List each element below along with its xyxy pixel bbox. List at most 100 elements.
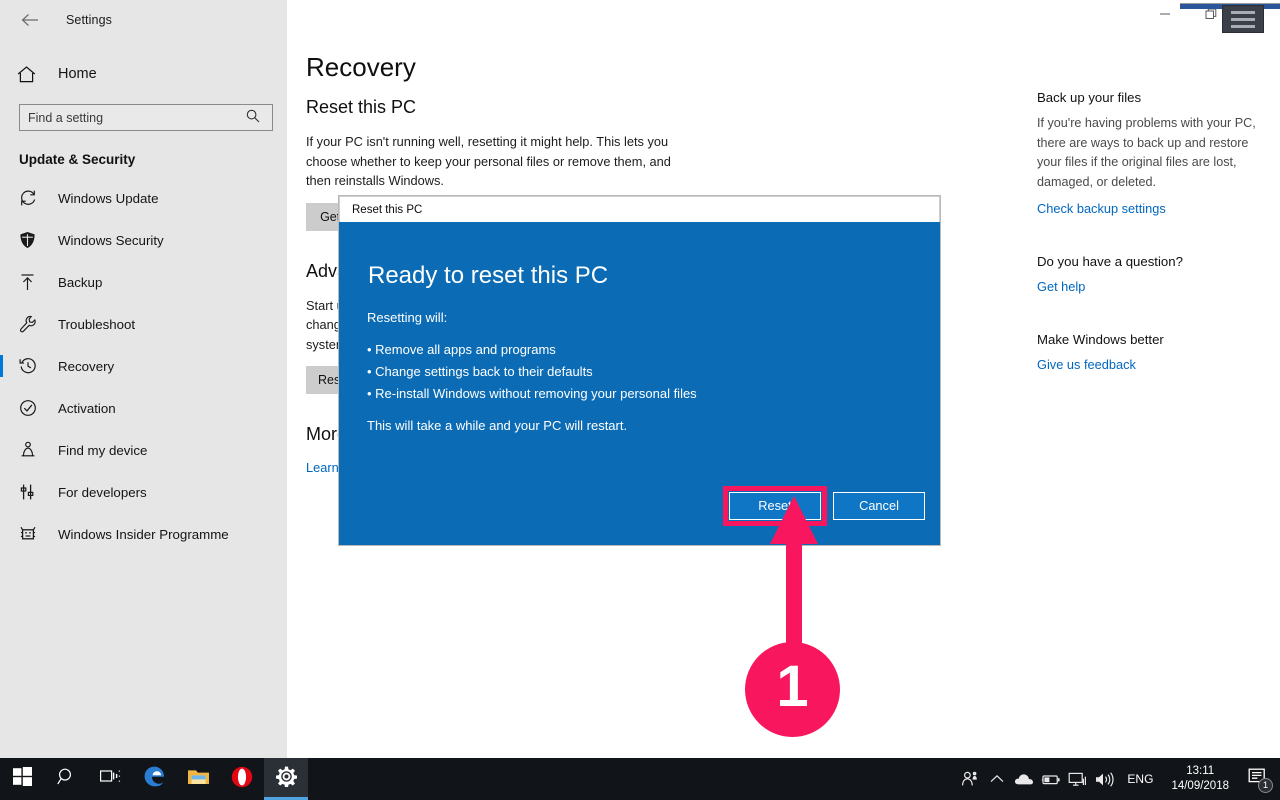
page-title: Recovery xyxy=(306,52,416,82)
section-heading: Reset this PC xyxy=(306,97,417,117)
rail-heading: Do you have a question? xyxy=(1037,254,1183,269)
window-titlebar: Settings xyxy=(0,0,287,40)
hamburger-line xyxy=(1231,17,1255,21)
sidebar-item-windows-insider-programme[interactable]: Windows Insider Programme xyxy=(0,513,287,555)
search-input[interactable] xyxy=(19,104,273,131)
dialog-bullet: • Re-install Windows without removing yo… xyxy=(367,386,697,401)
monitor-network-icon[interactable] xyxy=(1064,758,1091,800)
notification-count-badge: 1 xyxy=(1258,778,1273,793)
sidebar-item-label: For developers xyxy=(58,484,147,500)
shield-icon xyxy=(19,231,41,249)
give-us-feedback-link[interactable]: Give us feedback xyxy=(1037,357,1136,372)
taskbar-search-button[interactable] xyxy=(44,758,88,800)
dialog-bullet: • Remove all apps and programs xyxy=(367,342,556,357)
sidebar-item-windows-update[interactable]: Windows Update xyxy=(0,177,287,219)
dialog-titlebar: Reset this PC xyxy=(339,196,940,222)
dialog-bullet: • Change settings back to their defaults xyxy=(367,364,593,379)
sidebar-item-backup[interactable]: Backup xyxy=(0,261,287,303)
right-rail: Back up your files If you're having prob… xyxy=(1037,90,1257,410)
dialog-heading: Ready to reset this PC xyxy=(368,262,609,289)
sidebar-item-label: Recovery xyxy=(58,358,115,374)
sidebar-item-activation[interactable]: Activation xyxy=(0,387,287,429)
dialog-content: Resetting will: • Remove all apps and pr… xyxy=(367,307,887,437)
system-tray: ENG 13:11 14/09/2018 1 xyxy=(956,758,1280,800)
speaker-icon[interactable] xyxy=(1091,758,1118,800)
edge-button[interactable] xyxy=(132,758,176,800)
sidebar-item-label: Troubleshoot xyxy=(58,316,136,332)
settings-taskbar-button[interactable] xyxy=(264,758,308,800)
sidebar-item-troubleshoot[interactable]: Troubleshoot xyxy=(0,303,287,345)
people-icon[interactable] xyxy=(956,758,983,800)
dialog-button-row: Reset Cancel xyxy=(723,486,925,526)
app-title: Settings xyxy=(66,13,112,27)
history-clock-icon xyxy=(19,357,41,375)
clock[interactable]: 13:11 14/09/2018 xyxy=(1162,764,1238,794)
dialog-intro: Resetting will: xyxy=(367,310,448,325)
upload-arrow-icon xyxy=(19,273,41,291)
clock-date: 14/09/2018 xyxy=(1171,780,1229,792)
notification-center-button[interactable]: 1 xyxy=(1238,758,1276,800)
reset-this-pc-dialog: Reset this PC Ready to reset this PC Res… xyxy=(339,196,940,545)
hamburger-line xyxy=(1231,24,1255,28)
sidebar-item-for-developers[interactable]: For developers xyxy=(0,471,287,513)
section-body: If your PC isn't running well, resetting… xyxy=(306,134,671,188)
back-arrow-icon xyxy=(21,13,39,27)
maximize-icon xyxy=(1205,7,1217,25)
sidebar-item-label: Activation xyxy=(58,400,116,416)
tools-icon xyxy=(19,483,41,501)
search-box xyxy=(19,104,273,131)
person-pin-icon xyxy=(19,441,41,459)
dialog-footnote: This will take a while and your PC will … xyxy=(367,418,628,433)
rail-heading: Back up your files xyxy=(1037,90,1142,105)
sidebar-item-windows-security[interactable]: Windows Security xyxy=(0,219,287,261)
home-icon xyxy=(17,65,45,83)
sidebar-item-label: Windows Insider Programme xyxy=(58,526,229,542)
taskbar: ENG 13:11 14/09/2018 1 xyxy=(0,758,1280,800)
sidebar-item-label: Windows Update xyxy=(58,190,159,206)
file-explorer-button[interactable] xyxy=(176,758,220,800)
rail-block-feedback: Make Windows better Give us feedback xyxy=(1037,332,1257,374)
cloud-icon[interactable] xyxy=(1010,758,1037,800)
settings-sidebar: Settings Home Find a setting Update & Se… xyxy=(0,0,287,758)
folder-icon xyxy=(187,767,210,791)
taskbar-left xyxy=(0,758,308,800)
task-view-icon xyxy=(99,768,121,790)
gear-icon xyxy=(275,766,297,792)
windows-logo-icon xyxy=(12,767,32,791)
check-backup-settings-link[interactable]: Check backup settings xyxy=(1037,201,1166,216)
rail-block-backup: Back up your files If you're having prob… xyxy=(1037,90,1257,218)
hamburger-line xyxy=(1231,10,1255,14)
minimize-icon xyxy=(1159,7,1171,25)
start-button[interactable] xyxy=(0,758,44,800)
rail-body: If you're having problems with your PC, … xyxy=(1037,116,1256,189)
sidebar-item-label: Backup xyxy=(58,274,103,290)
rail-heading: Make Windows better xyxy=(1037,332,1164,347)
chevron-up-icon[interactable] xyxy=(983,758,1010,800)
sidebar-item-label: Find my device xyxy=(58,442,148,458)
sidebar-item-label: Windows Security xyxy=(58,232,164,248)
screen-root: Settings Home Find a setting Update & Se… xyxy=(0,0,1280,800)
wrench-icon xyxy=(19,315,41,333)
check-circle-icon xyxy=(19,399,41,417)
sidebar-item-home[interactable]: Home xyxy=(0,54,287,94)
hamburger-menu-icon[interactable] xyxy=(1222,5,1264,33)
sidebar-group-header: Update & Security xyxy=(19,152,136,167)
back-button[interactable] xyxy=(14,6,46,34)
reset-button[interactable]: Reset xyxy=(723,486,827,526)
sidebar-home-label: Home xyxy=(58,66,97,82)
opera-button[interactable] xyxy=(220,758,264,800)
opera-icon xyxy=(231,766,253,793)
battery-icon[interactable] xyxy=(1037,758,1064,800)
sidebar-item-recovery[interactable]: Recovery xyxy=(0,345,287,387)
refresh-icon xyxy=(19,189,41,207)
annotation-step-badge: 1 xyxy=(745,642,840,737)
clock-time: 13:11 xyxy=(1186,765,1215,777)
get-help-link[interactable]: Get help xyxy=(1037,279,1085,294)
task-view-button[interactable] xyxy=(88,758,132,800)
language-indicator[interactable]: ENG xyxy=(1118,772,1162,786)
rail-block-question: Do you have a question? Get help xyxy=(1037,254,1257,296)
sidebar-item-find-my-device[interactable]: Find my device xyxy=(0,429,287,471)
cancel-button[interactable]: Cancel xyxy=(833,492,925,520)
